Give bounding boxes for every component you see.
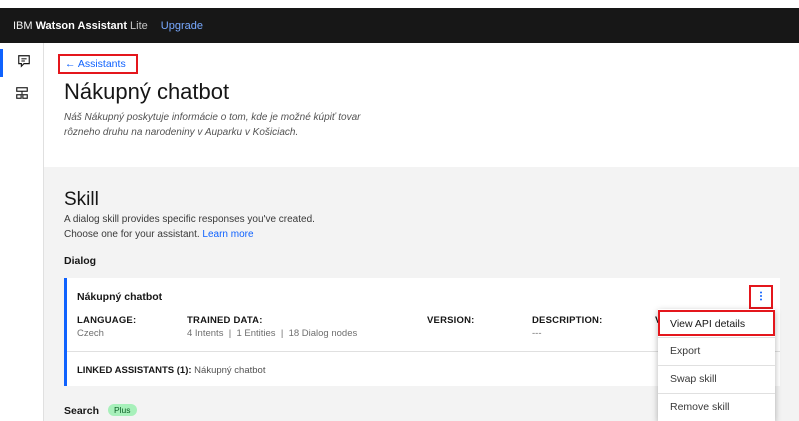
assistant-header: ← Assistants Nákupný chatbot Náš Nákupný… xyxy=(44,43,799,167)
linked-assistants: LINKED ASSISTANTS (1): Nákupný chatbot xyxy=(77,365,265,376)
dialog-label: Dialog xyxy=(64,255,97,267)
linked-assistants-label: LINKED ASSISTANTS (1): xyxy=(77,365,192,376)
search-label: Search xyxy=(64,405,100,417)
linked-assistants-value: Nákupný chatbot xyxy=(194,365,266,376)
overflow-menu-button[interactable] xyxy=(752,288,770,306)
description-header: DESCRIPTION: xyxy=(532,315,603,326)
upgrade-link[interactable]: Upgrade xyxy=(161,20,203,32)
brand-product: Watson Assistant xyxy=(35,19,128,32)
trained-data-value: 4 Intents | 1 Entities | 18 Dialog nodes xyxy=(187,328,358,339)
section-title: Skill xyxy=(64,189,99,210)
assistant-description: Náš Nákupný poskytuje informácie o tom, … xyxy=(64,112,361,138)
trained-data-header: TRAINED DATA: xyxy=(187,315,263,326)
top-bar: IBM Watson Assistant Lite Upgrade xyxy=(0,0,799,43)
menu-item-remove-skill[interactable]: Remove skill xyxy=(658,393,775,420)
skills-icon xyxy=(15,86,29,105)
section-desc-line1: A dialog skill provides specific respons… xyxy=(64,214,315,225)
nav-assistants[interactable] xyxy=(0,49,44,77)
left-nav xyxy=(0,43,44,421)
brand-prefix: IBM xyxy=(13,19,33,32)
plus-badge: Plus xyxy=(108,404,137,416)
brand-tier: Lite xyxy=(130,19,148,32)
overflow-menu: View API details Export Swap skill Remov… xyxy=(658,309,775,421)
kebab-icon xyxy=(756,288,766,306)
menu-item-swap-skill[interactable]: Swap skill xyxy=(658,365,775,392)
chat-icon xyxy=(17,54,31,73)
nav-skills[interactable] xyxy=(0,81,44,109)
learn-more-link[interactable]: Learn more xyxy=(202,229,253,240)
language-header: LANGUAGE: xyxy=(77,315,137,326)
menu-item-view-api-details[interactable]: View API details xyxy=(658,310,775,337)
back-to-assistants-link[interactable]: ← Assistants xyxy=(61,56,130,72)
description-value: --- xyxy=(532,328,542,339)
skill-name: Nákupný chatbot xyxy=(77,291,163,303)
menu-item-export[interactable]: Export xyxy=(658,337,775,364)
section-desc-line2: Choose one for your assistant. xyxy=(64,229,200,240)
page-title: Nákupný chatbot xyxy=(64,79,230,104)
language-value: Czech xyxy=(77,328,104,339)
version-header: VERSION: xyxy=(427,315,475,326)
section-description: A dialog skill provides specific respons… xyxy=(64,212,384,242)
